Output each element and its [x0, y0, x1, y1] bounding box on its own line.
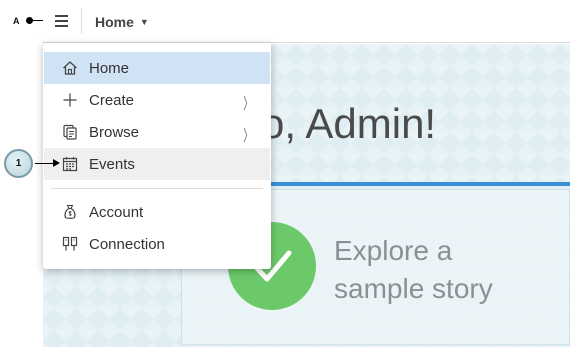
- annotation-line-1: [35, 163, 55, 164]
- menu-item-label: Events: [89, 156, 135, 173]
- menu-item-connection[interactable]: Connection: [44, 228, 270, 260]
- topbar-divider: [81, 8, 82, 34]
- caret-down-icon: ▼: [139, 17, 149, 27]
- explore-line-1: Explore a: [334, 235, 453, 266]
- connection-icon: [62, 236, 78, 251]
- menu-item-label: Home: [89, 60, 130, 77]
- calendar-icon: [62, 157, 78, 172]
- menu-item-home[interactable]: Home: [44, 52, 270, 84]
- menu-item-label: Account: [89, 204, 144, 221]
- chevron-right-icon: 〉: [243, 128, 253, 145]
- hamburger-menu-icon[interactable]: [55, 13, 69, 27]
- menu-item-label: Browse: [89, 124, 140, 141]
- annotation-label-a: A: [13, 16, 20, 26]
- plus-icon: [63, 93, 77, 107]
- browse-icon: [63, 124, 77, 140]
- menu-item-create[interactable]: Create 〉: [44, 84, 270, 116]
- menu-item-label: Create: [89, 92, 135, 109]
- explore-line-2: sample story: [334, 273, 493, 304]
- chevron-right-icon: 〉: [243, 96, 253, 113]
- annotation-badge-1: 1: [4, 149, 33, 178]
- breadcrumb-home-dropdown[interactable]: Home ▼: [95, 14, 149, 30]
- money-bag-icon: [64, 204, 76, 219]
- menu-item-account[interactable]: Account: [44, 196, 270, 228]
- explore-text: Explore a sample story: [334, 232, 493, 308]
- menu-item-events[interactable]: Events: [44, 148, 270, 180]
- top-bar: Home ▼: [43, 0, 570, 43]
- menu-item-browse[interactable]: Browse 〉: [44, 116, 270, 148]
- home-icon: [63, 61, 77, 75]
- menu-item-label: Connection: [89, 236, 165, 253]
- breadcrumb-label: Home: [95, 14, 134, 30]
- welcome-text: o, Admin!: [261, 100, 437, 147]
- annotation-arrow-icon: [53, 159, 60, 167]
- menu-divider: [51, 188, 263, 189]
- navigation-menu: Home Create 〉 Browse 〉 Events Account Co…: [43, 43, 271, 269]
